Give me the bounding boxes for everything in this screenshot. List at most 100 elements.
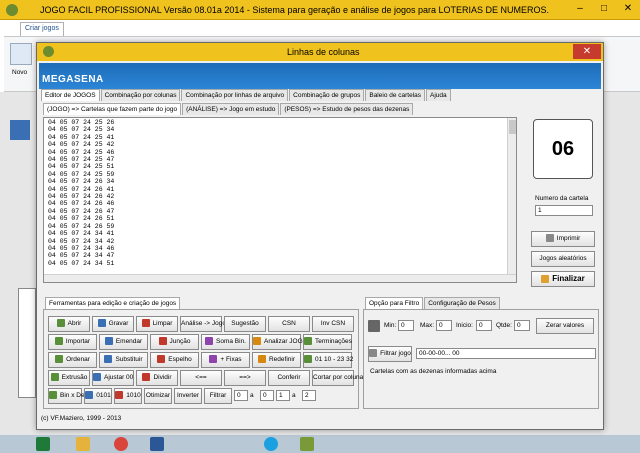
app-taskbar-icon[interactable]	[300, 437, 314, 451]
tool-button[interactable]: Inv CSN	[312, 316, 354, 332]
game-lines-textarea[interactable]: 04 05 07 24 25 26 04 05 07 24 25 34 04 05 …	[43, 117, 517, 283]
max-field[interactable]: 0	[436, 320, 452, 331]
tool-button[interactable]: Emendar	[99, 334, 148, 350]
chrome-icon[interactable]	[114, 437, 128, 451]
tool-icon	[209, 355, 218, 364]
tab-0[interactable]: Editor de JOGOS	[41, 89, 100, 101]
ribbon-new-label[interactable]: Novo	[12, 69, 27, 76]
inicio-field[interactable]: 0	[476, 320, 492, 331]
main-close-button[interactable]: ✕	[616, 0, 640, 18]
tool-icon	[104, 337, 113, 346]
tool-button[interactable]: Conferir	[268, 370, 310, 386]
sub-tab-0[interactable]: (JOGO) => Cartelas que fazem parte do jo…	[43, 103, 182, 115]
tool-button[interactable]: Sugestão	[224, 316, 266, 332]
tool-button[interactable]: 01 10 - 23 32	[303, 352, 353, 368]
cartela-number-field[interactable]: 1	[535, 205, 593, 216]
tool-button[interactable]: Bin x Dec.	[48, 388, 90, 404]
jogos-aleatorios-button[interactable]: Jogos aleatórios	[531, 251, 595, 267]
tool-button[interactable]: Filtrar	[204, 388, 232, 404]
tool-button[interactable]: Cortar por coluna	[312, 370, 363, 386]
tool-button[interactable]: Abrir	[48, 316, 90, 332]
tab-5[interactable]: Ajuda	[426, 89, 451, 101]
tool-button[interactable]: + Fixas	[201, 352, 250, 368]
tool-button[interactable]: 1010	[114, 388, 142, 404]
tool-button[interactable]: CSN	[268, 316, 310, 332]
tool-button[interactable]: Gravar	[92, 316, 134, 332]
right-panel: 06 Numero da cartela 1 Imprimir Jogos al…	[525, 117, 601, 293]
word-icon[interactable]	[150, 437, 164, 451]
tool-button[interactable]: Junção	[150, 334, 199, 350]
min-field[interactable]: 0	[398, 320, 414, 331]
range-field[interactable]: 2	[302, 390, 316, 401]
tool-button[interactable]: Dividir	[136, 370, 178, 386]
range-field[interactable]: 1	[276, 390, 290, 401]
tool-label: Conferir	[277, 374, 301, 381]
sub-tab-2[interactable]: (PESOS) => Estudo de pesos das dezenas	[280, 103, 414, 115]
zerar-valores-button[interactable]: Zerar valores	[536, 318, 594, 334]
filter-tab-0[interactable]: Opção para Filtro	[365, 297, 424, 309]
tool-icon	[253, 337, 261, 346]
tool-button[interactable]: Importar	[48, 334, 97, 350]
sub-tab-1[interactable]: (ANÁLISE) => Jogo em estudo	[182, 103, 280, 115]
minimize-button[interactable]: –	[568, 0, 592, 18]
range-field[interactable]: 0	[234, 390, 248, 401]
qtde-field[interactable]: 0	[514, 320, 530, 331]
tool-label: Inv CSN	[320, 320, 346, 327]
tab-2[interactable]: Combinação por linhas de arquivo	[181, 89, 289, 101]
grid-icon[interactable]	[10, 120, 30, 140]
tool-label: Terminações	[315, 338, 352, 345]
folder-icon[interactable]	[76, 437, 90, 451]
filtrar-jogo-button[interactable]: Filtrar jogo	[368, 346, 412, 362]
game-line: 04 05 07 24 25 46	[48, 148, 115, 156]
game-line: 04 05 07 24 25 42	[48, 141, 115, 149]
tool-label: Cortar por coluna	[313, 374, 364, 381]
tool-button[interactable]: Substituir	[99, 352, 148, 368]
finalizar-button[interactable]: Finalizar	[531, 271, 595, 287]
new-file-icon[interactable]	[10, 43, 32, 65]
filter-icon	[369, 349, 378, 358]
tool-button[interactable]: ==>	[224, 370, 266, 386]
tool-label: Abrir	[67, 320, 82, 327]
tool-icon	[304, 355, 312, 364]
skype-icon[interactable]	[264, 437, 278, 451]
tool-button[interactable]: Redefinir	[252, 352, 301, 368]
tool-button[interactable]: Ordenar	[48, 352, 97, 368]
tool-button[interactable]: Espelho	[150, 352, 199, 368]
tool-button[interactable]: Ajustar 00	[92, 370, 134, 386]
horizontal-scrollbar[interactable]	[44, 274, 516, 282]
tool-button[interactable]: Soma Bin.	[201, 334, 250, 350]
vertical-scrollbar[interactable]	[507, 118, 516, 282]
tool-label: Redefinir	[268, 356, 295, 363]
close-icon[interactable]: ✕	[573, 44, 601, 59]
ribbon-tab-criar-jogos[interactable]: Criar jogos	[20, 22, 64, 36]
tool-icon	[50, 373, 59, 382]
tool-button[interactable]: Inverter	[174, 388, 202, 404]
tab-3[interactable]: Combinação de grupos	[289, 89, 365, 101]
range-field[interactable]: 0	[260, 390, 274, 401]
tool-label: <==	[195, 374, 207, 381]
tool-button[interactable]: 0101	[84, 388, 112, 404]
filter-pattern-field[interactable]: 00-00-00... 00	[416, 348, 596, 359]
tool-button[interactable]: Extrusão	[48, 370, 90, 386]
tool-icon	[115, 391, 124, 400]
excel-icon[interactable]	[36, 437, 50, 451]
tool-button[interactable]: Terminações	[303, 334, 352, 350]
maximize-button[interactable]: □	[592, 0, 616, 18]
tab-4[interactable]: Baleio de cartelas	[365, 89, 426, 101]
tool-button[interactable]: <==	[180, 370, 222, 386]
filter-tab-1[interactable]: Configuração de Pesos	[424, 297, 500, 309]
tool-icon	[93, 373, 101, 382]
tool-button[interactable]: Analizar JOGO	[252, 334, 308, 350]
tool-button[interactable]: Otimizar	[144, 388, 172, 404]
tool-button[interactable]: Limpar	[136, 316, 178, 332]
tool-label: 1010	[126, 392, 141, 399]
tool-button[interactable]: Análise -> Jogo	[180, 316, 226, 332]
tool-label: Limpar	[152, 320, 173, 327]
filter-info-text: Cartelas com as dezenas informadas acima	[370, 368, 497, 375]
tab-1[interactable]: Combinação por colunas	[100, 89, 181, 101]
game-line: 04 05 07 24 34 42	[48, 237, 115, 245]
tool-label: Extrusão	[61, 374, 88, 381]
banner: MEGASENA	[39, 63, 601, 89]
tab-ferramentas[interactable]: Ferramentas para edição e criação de jog…	[45, 297, 181, 309]
imprimir-button[interactable]: Imprimir	[531, 231, 595, 247]
